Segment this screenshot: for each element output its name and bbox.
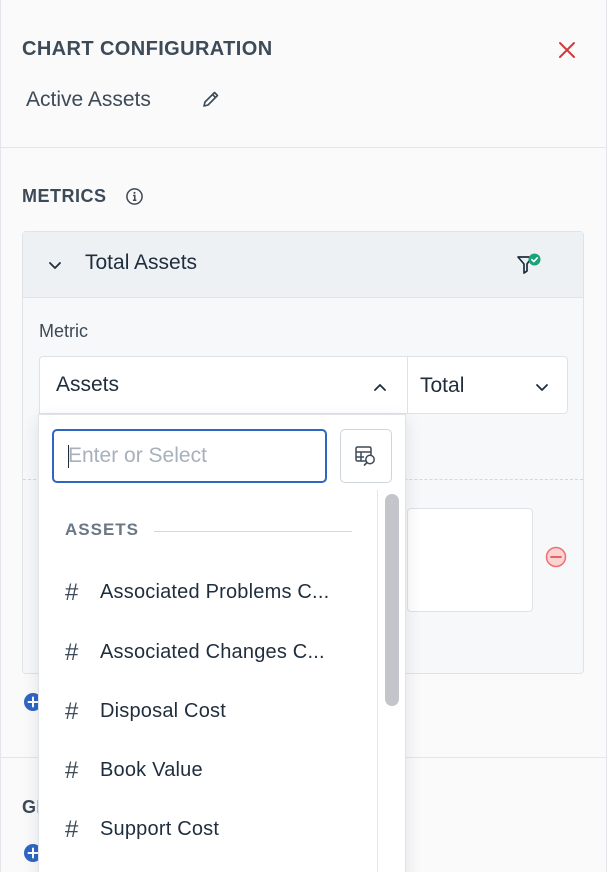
edit-chart-name-button[interactable] <box>200 88 222 110</box>
metric-dropdown-menu: ASSETS # Associated Problems C... # Asso… <box>38 414 406 872</box>
metric-field-label: Metric <box>39 321 88 341</box>
list-item-label: Support Cost <box>100 818 220 840</box>
number-field-icon: # <box>65 579 79 606</box>
number-field-icon: # <box>65 698 79 725</box>
aggregation-select[interactable]: Total <box>408 356 568 414</box>
metric-select-value: Assets <box>56 373 120 396</box>
close-icon <box>559 42 575 58</box>
number-field-icon: # <box>65 639 79 666</box>
chevron-up-icon <box>374 384 386 391</box>
filter-check-icon[interactable] <box>515 251 543 279</box>
chevron-down-icon <box>536 384 548 391</box>
dropdown-group-heading: ASSETS <box>65 520 140 539</box>
number-field-icon: # <box>65 757 79 784</box>
aggregation-select-value: Total <box>420 374 465 397</box>
metrics-section-label: METRICS <box>22 186 107 206</box>
list-item[interactable]: # Book Value <box>39 741 377 800</box>
panel-header: CHART CONFIGURATION Active Assets <box>1 0 606 148</box>
dropdown-scrollbar[interactable] <box>377 490 407 872</box>
list-item-label: Disposal Cost <box>100 700 226 722</box>
metric-card-header[interactable]: Total Assets <box>23 232 583 298</box>
list-item[interactable]: # Support Cost <box>39 800 377 859</box>
list-item-label: Associated Problems C... <box>100 581 330 603</box>
metric-select[interactable]: Assets <box>39 356 408 414</box>
text-cursor <box>68 445 69 468</box>
scrollbar-thumb[interactable] <box>385 494 399 706</box>
remove-circle-icon[interactable] <box>545 546 567 568</box>
filter-value-box[interactable] <box>407 508 533 612</box>
list-item-label: Book Value <box>100 759 203 781</box>
close-button[interactable] <box>554 37 580 63</box>
list-item[interactable]: # Disposal Cost <box>39 682 377 741</box>
list-item[interactable]: # Associated Changes C... <box>39 623 377 682</box>
group-heading-divider <box>154 531 352 532</box>
info-icon[interactable] <box>125 187 144 206</box>
pencil-icon <box>203 91 219 107</box>
number-field-icon: # <box>65 816 79 843</box>
chart-name: Active Assets <box>26 88 151 111</box>
panel-title: CHART CONFIGURATION <box>22 38 273 60</box>
table-search-icon <box>355 446 375 466</box>
browse-fields-button[interactable] <box>340 429 392 483</box>
list-item-label: Associated Changes C... <box>100 641 325 663</box>
metric-card-title: Total Assets <box>85 251 198 274</box>
list-item[interactable]: # Associated Problems C... <box>39 563 377 622</box>
chevron-down-icon[interactable] <box>45 255 65 275</box>
metric-search-input[interactable] <box>52 429 327 483</box>
